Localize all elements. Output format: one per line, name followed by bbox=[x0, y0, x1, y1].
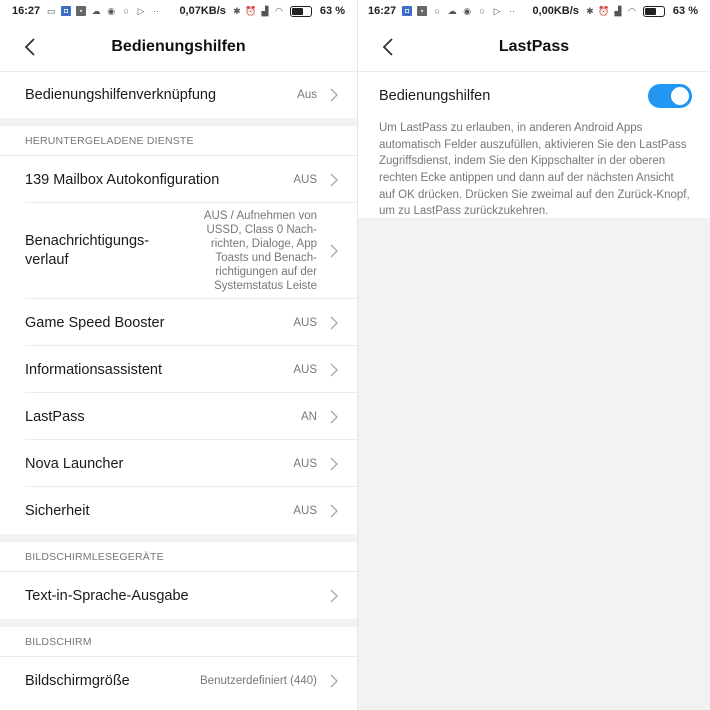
toggle-label: Bedienungshilfen bbox=[379, 88, 491, 104]
chat-icon: ○ bbox=[123, 6, 129, 16]
list-item-game-speed-booster[interactable]: Game Speed Booster AUS bbox=[0, 299, 357, 346]
service-description: Um LastPass zu erlauben, in anderen Andr… bbox=[379, 122, 690, 218]
eye-icon: ◉ bbox=[107, 5, 116, 16]
section-header-downloaded: HERUNTERGELADENE DIENSTE bbox=[0, 126, 357, 156]
status-bar: 16:27 ◘ ▪ ○ ☁ ◉ ○ ▷ ·· 0,00KB/s ✱ ⏰ ▟ ◠ … bbox=[358, 0, 710, 22]
row-label: LastPass bbox=[25, 408, 85, 425]
chevron-right-icon bbox=[330, 363, 338, 376]
chevron-right-icon bbox=[330, 504, 338, 517]
shortcut-row[interactable]: Bedienungshilfenverknüpfung Aus bbox=[0, 72, 357, 118]
accessibility-switch[interactable] bbox=[648, 84, 692, 108]
row-value: AUS bbox=[293, 363, 317, 376]
outlook-icon: ▪ bbox=[417, 6, 428, 16]
back-arrow-icon[interactable] bbox=[380, 37, 398, 57]
row-label: Informationsassistent bbox=[25, 361, 163, 378]
list-item-nova-launcher[interactable]: Nova Launcher AUS bbox=[0, 440, 357, 487]
chevron-right-icon bbox=[330, 173, 338, 186]
list-item-lastpass[interactable]: LastPass AN bbox=[0, 393, 357, 440]
chevron-right-icon bbox=[330, 410, 338, 423]
lastpass-screen: 16:27 ◘ ▪ ○ ☁ ◉ ○ ▷ ·· 0,00KB/s ✱ ⏰ ▟ ◠ … bbox=[357, 0, 710, 710]
notification-icons: ▭ ◘ ▪ ☁ ◉ ○ ▷ ·· bbox=[46, 6, 161, 16]
outlook-icon: ▪ bbox=[76, 6, 87, 16]
bluetooth-icon: ✱ bbox=[233, 5, 241, 16]
more-notifications-icon: ·· bbox=[509, 6, 516, 16]
wifi-icon: ◠ bbox=[274, 5, 283, 16]
list-item-139-mailbox[interactable]: 139 Mailbox Autokonfiguration AUS bbox=[0, 156, 357, 203]
more-notifications-icon: ·· bbox=[153, 6, 160, 16]
section-divider bbox=[0, 534, 357, 542]
chevron-right-icon bbox=[330, 244, 338, 258]
row-label: Benachrichtigungs- verlauf bbox=[25, 233, 150, 268]
row-label: Text-in-Sprache-Ausgabe bbox=[25, 587, 189, 604]
section-header-display: BILDSCHIRM bbox=[0, 627, 357, 657]
signal-icon: ▟ bbox=[614, 5, 622, 16]
list-item-information-assistant[interactable]: Informationsassistent AUS bbox=[0, 346, 357, 393]
row-value: AUS bbox=[293, 316, 317, 329]
app-icon: ◘ bbox=[61, 6, 72, 16]
chevron-right-icon bbox=[330, 674, 338, 687]
message-icon: ▭ bbox=[46, 5, 56, 16]
wifi-icon: ◠ bbox=[627, 5, 636, 16]
row-value: Benutzerdefiniert (440) bbox=[200, 674, 317, 687]
page-title: LastPass bbox=[498, 37, 570, 55]
cloud-icon: ☁ bbox=[447, 5, 457, 16]
app-bar: LastPass bbox=[358, 22, 710, 72]
eye-icon: ◉ bbox=[463, 5, 472, 16]
page-title: Bedienungshilfen bbox=[111, 37, 246, 55]
status-bar: 16:27 ▭ ◘ ▪ ☁ ◉ ○ ▷ ·· 0,07KB/s ✱ ⏰ ▟ ◠ … bbox=[0, 0, 357, 22]
section-divider bbox=[0, 118, 357, 126]
battery-percent: 63 % bbox=[319, 5, 345, 17]
row-label: Nova Launcher bbox=[25, 455, 124, 472]
row-label: Game Speed Booster bbox=[25, 314, 165, 331]
section-header-screenreaders: BILDSCHIRMLESEGERÄTE bbox=[0, 542, 357, 572]
row-label: Sicherheit bbox=[25, 502, 90, 519]
status-time: 16:27 bbox=[368, 5, 397, 17]
chevron-right-icon bbox=[330, 589, 338, 602]
list-item-tts-output[interactable]: Text-in-Sprache-Ausgabe bbox=[0, 572, 357, 619]
row-label: Bedienungshilfenverknüpfung bbox=[25, 87, 217, 103]
list-item-security[interactable]: Sicherheit AUS bbox=[0, 487, 357, 534]
row-value: AUS bbox=[293, 504, 317, 517]
bluetooth-icon: ✱ bbox=[586, 5, 594, 16]
chevron-right-icon bbox=[330, 88, 338, 102]
empty-area bbox=[358, 218, 710, 710]
list-item-screen-size[interactable]: Bildschirmgröße Benutzerdefiniert (440) bbox=[0, 657, 357, 704]
battery-icon bbox=[289, 5, 312, 17]
alarm-icon: ⏰ bbox=[245, 5, 257, 16]
app-icon: ◘ bbox=[402, 6, 413, 16]
alarm-icon: ⏰ bbox=[598, 5, 610, 16]
back-arrow-icon[interactable] bbox=[22, 37, 40, 57]
row-value: AUS bbox=[293, 173, 317, 186]
status-time: 16:27 bbox=[12, 5, 41, 17]
row-label: Bildschirmgröße bbox=[25, 672, 130, 689]
row-value: AN bbox=[301, 410, 317, 423]
notification-icons: ◘ ▪ ○ ☁ ◉ ○ ▷ ·· bbox=[402, 6, 517, 16]
chevron-right-icon bbox=[330, 316, 338, 329]
row-label: 139 Mailbox Autokonfiguration bbox=[25, 171, 220, 188]
row-value: Aus bbox=[297, 89, 317, 101]
network-speed: 0,07KB/s bbox=[179, 5, 226, 17]
signal-icon: ▟ bbox=[261, 5, 269, 16]
app-bar: Bedienungshilfen bbox=[0, 22, 357, 72]
accessibility-screen: 16:27 ▭ ◘ ▪ ☁ ◉ ○ ▷ ·· 0,07KB/s ✱ ⏰ ▟ ◠ … bbox=[0, 0, 357, 710]
switch-knob bbox=[671, 87, 689, 105]
chat-icon: ○ bbox=[479, 6, 485, 16]
cloud-icon: ☁ bbox=[91, 5, 101, 16]
section-divider bbox=[0, 619, 357, 627]
network-speed: 0,00KB/s bbox=[532, 5, 579, 17]
row-value: AUS / Aufnehmen von USSD, Class 0 Nach- … bbox=[203, 209, 317, 293]
battery-percent: 63 % bbox=[672, 5, 698, 17]
list-item-notification-history[interactable]: Benachrichtigungs- verlauf AUS / Aufnehm… bbox=[0, 203, 357, 299]
play-store-icon: ▷ bbox=[493, 5, 501, 16]
battery-icon bbox=[642, 5, 665, 17]
chevron-right-icon bbox=[330, 457, 338, 470]
accessibility-toggle-row[interactable]: Bedienungshilfen bbox=[358, 72, 710, 120]
play-store-icon: ▷ bbox=[137, 5, 145, 16]
row-value: AUS bbox=[293, 457, 317, 470]
chat-icon: ○ bbox=[434, 6, 440, 16]
